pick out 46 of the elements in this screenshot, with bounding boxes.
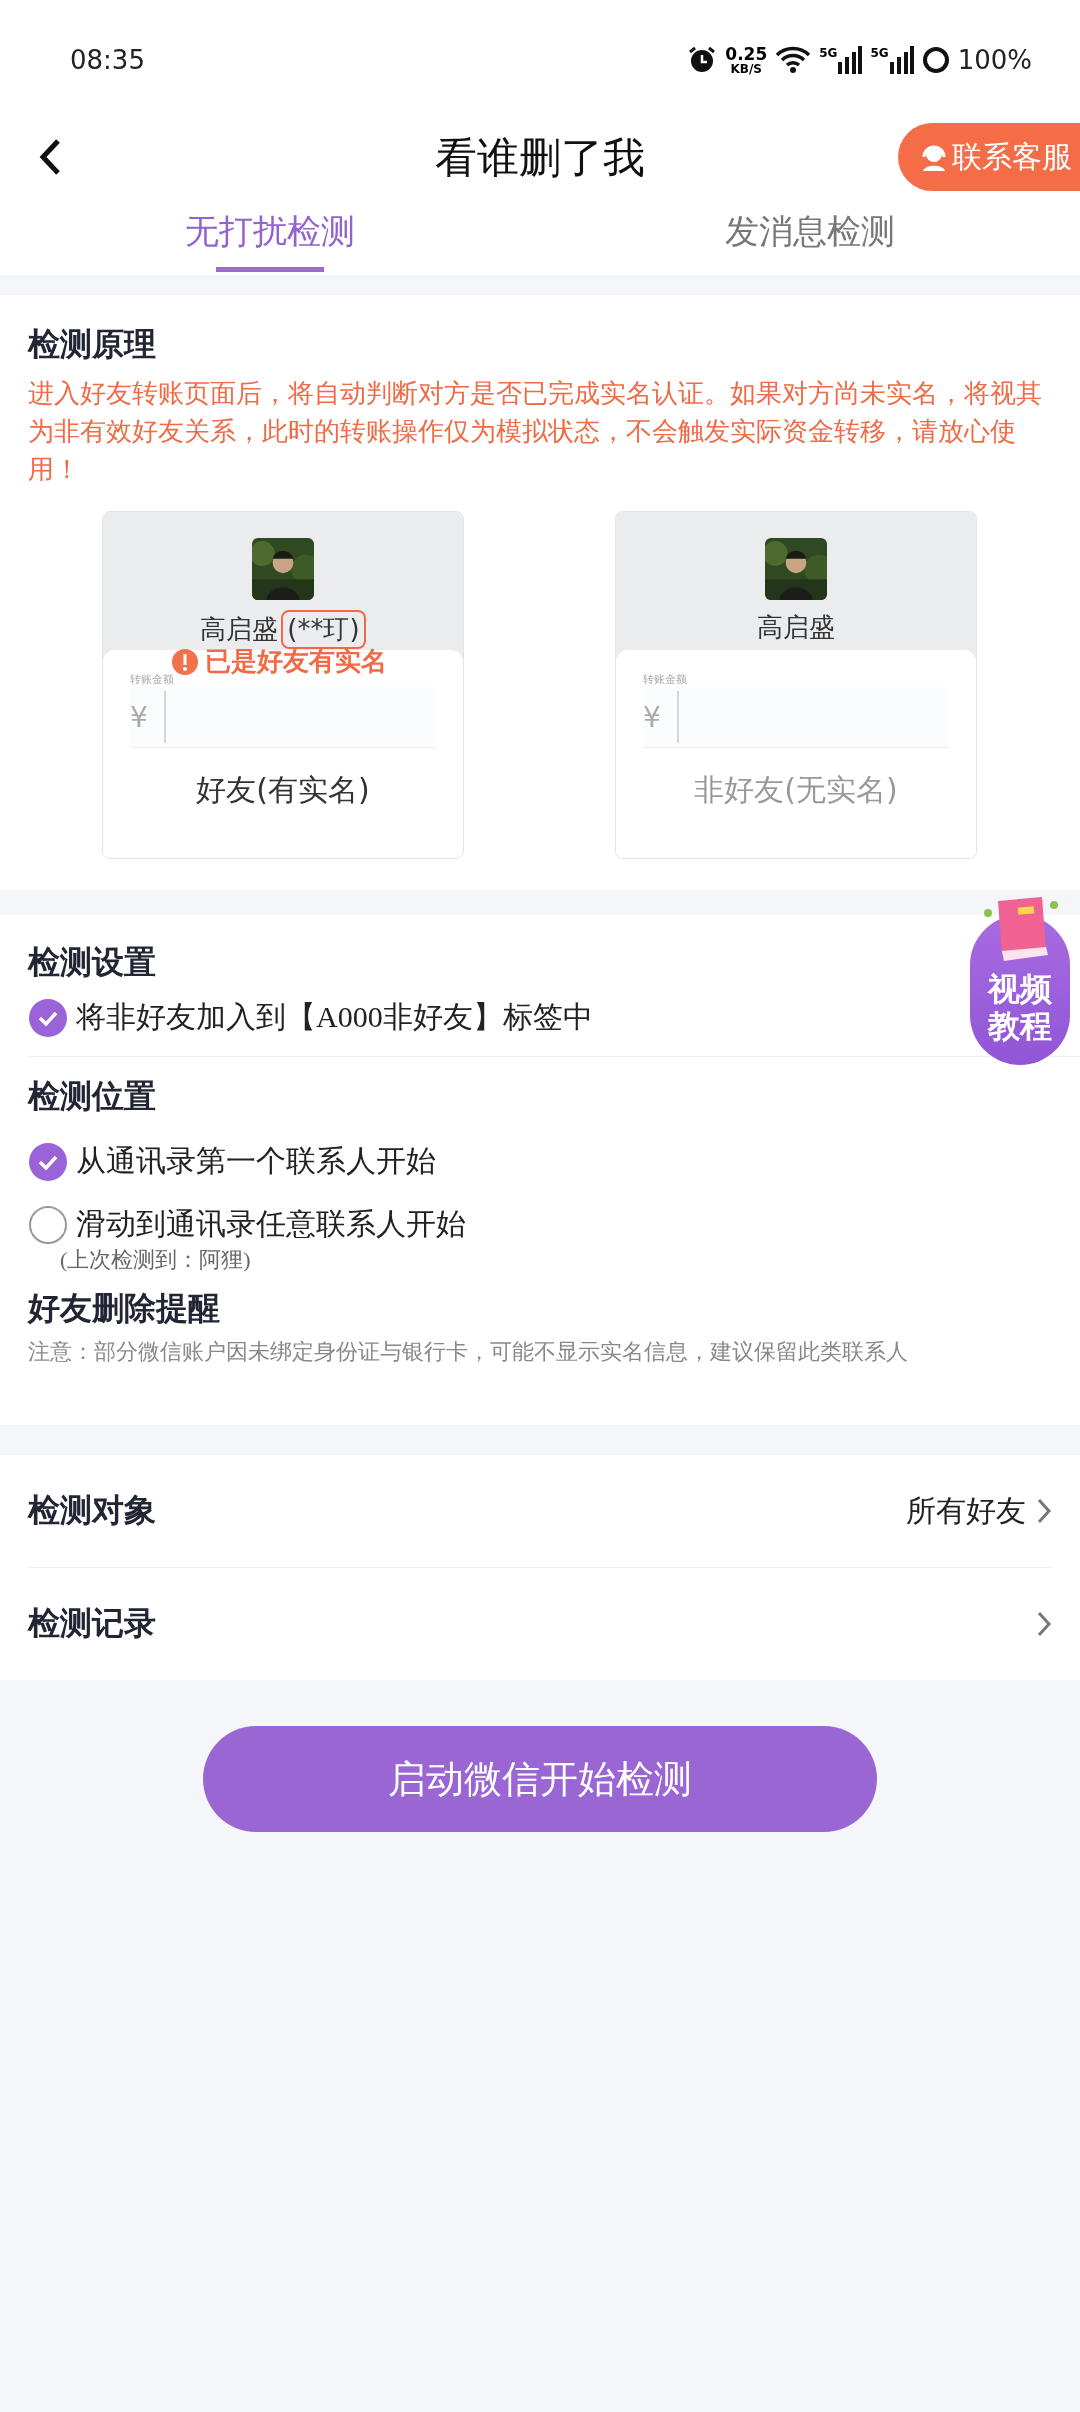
- signal-icon: [889, 46, 914, 74]
- signal-icon: [838, 46, 863, 74]
- battery-percent: 100%: [957, 45, 1032, 75]
- amount-label: 转账金额: [130, 672, 175, 687]
- menu-row[interactable]: 检测对象 所有好友: [28, 1455, 1052, 1567]
- customer-service-button[interactable]: 联系客服: [898, 123, 1080, 191]
- battery-ring-icon: [921, 46, 950, 74]
- status-time: 08:35: [70, 45, 145, 75]
- card-caption: 非好友(无实名): [693, 771, 899, 809]
- start-detection-button[interactable]: 启动微信开始检测: [203, 1726, 877, 1832]
- tab[interactable]: 无打扰检测: [0, 195, 540, 275]
- radio-button[interactable]: [28, 1141, 68, 1182]
- speed-unit: KB/S: [730, 62, 762, 75]
- speed-value: 0.25: [725, 45, 768, 63]
- network-label: 5G: [819, 46, 838, 60]
- card-caption: 好友(有实名): [195, 771, 371, 809]
- alarm-icon: [687, 45, 718, 75]
- menu-row[interactable]: 检测记录: [28, 1567, 1052, 1680]
- principle-text: 进入好友转账页面后，将自动判断对方是否已完成实名认证。如果对方尚未实名，将视其为非有效好友关系，此时的转账操作仅为模拟状态，不会触发实际资金转移，请放心使用！: [28, 378, 1043, 486]
- amount-label: 转账金额: [643, 672, 688, 687]
- back-icon[interactable]: [38, 137, 62, 177]
- section-heading: 检测设置: [28, 943, 156, 982]
- contact-name: 高启盛: [200, 613, 279, 646]
- page-title: 看谁删了我: [435, 131, 645, 184]
- checkbox[interactable]: [28, 997, 68, 1038]
- contact-name: 高启盛: [757, 611, 835, 644]
- menu-value: 所有好友: [906, 1492, 1026, 1529]
- currency-sign: ¥: [643, 700, 662, 734]
- menu-label: 检测对象: [28, 1491, 157, 1530]
- option-label: 从通讯录第一个联系人开始: [76, 1143, 436, 1179]
- section-heading: 检测位置: [28, 1077, 156, 1116]
- currency-sign: ¥: [130, 700, 149, 734]
- section-heading: 检测原理: [28, 325, 156, 364]
- option-label: 将非好友加入到【A000非好友】标签中: [76, 999, 593, 1035]
- section-heading: 好友删除提醒: [28, 1289, 220, 1328]
- menu-label: 检测记录: [28, 1604, 157, 1643]
- option-note: (上次检测到：阿狸): [60, 1246, 252, 1274]
- wifi-icon: [775, 46, 812, 74]
- radio-button[interactable]: [28, 1204, 68, 1245]
- chevron-right-icon: [1036, 1610, 1052, 1638]
- tab[interactable]: 发消息检测: [540, 195, 1080, 275]
- reminder-note: 注意：部分微信账户因未绑定身份证与银行卡，可能不显示实名信息，建议保留此类联系人: [28, 1338, 909, 1366]
- network-label: 5G: [870, 46, 889, 60]
- chevron-right-icon: [1036, 1497, 1052, 1525]
- video-tutorial-label: 视频教程: [988, 971, 1052, 1045]
- option-label: 滑动到通讯录任意联系人开始: [76, 1206, 466, 1242]
